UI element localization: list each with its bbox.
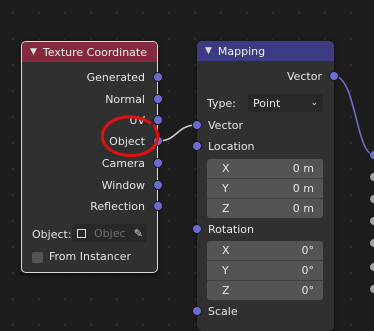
annotation-circle (101, 115, 160, 158)
